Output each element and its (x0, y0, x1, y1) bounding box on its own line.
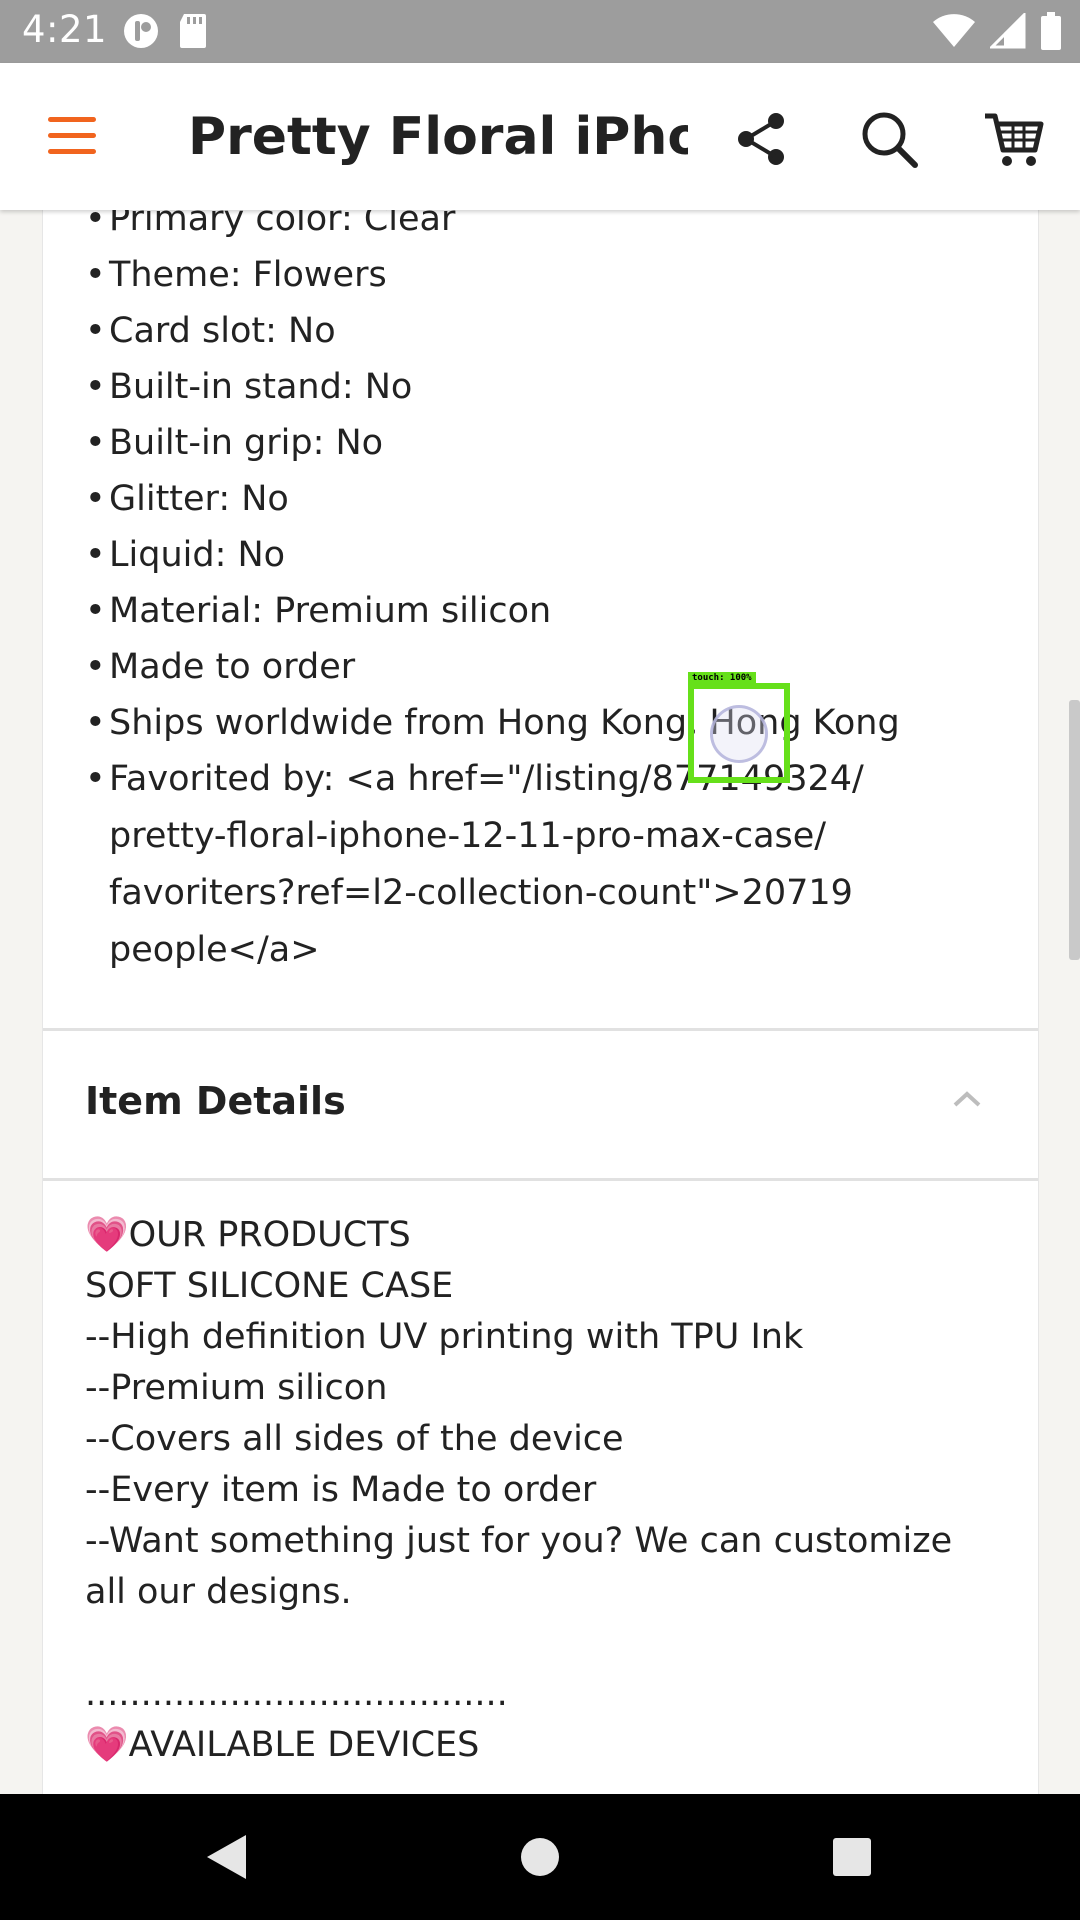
touch-point (710, 705, 768, 763)
status-left-icons (122, 12, 208, 50)
battery-icon (1041, 12, 1061, 50)
wifi-icon (933, 14, 975, 47)
back-icon (207, 1835, 246, 1879)
search-button[interactable] (853, 103, 925, 175)
divider (43, 1178, 1038, 1181)
status-right-icons (932, 12, 1062, 50)
home-icon (521, 1838, 559, 1876)
list-item: • Ships worldwide from Hong Kong, Hong Ko… (85, 703, 900, 743)
details-card: • Primary color: Clear • Theme: Flowers • C… (42, 210, 1039, 1794)
section-title: Item Details (85, 1079, 346, 1123)
list-item: • Liquid: No (85, 535, 286, 575)
chevron-up-icon (953, 1091, 981, 1107)
recents-button[interactable] (822, 1827, 882, 1887)
search-icon (862, 112, 918, 168)
list-item: • Theme: Flowers (85, 255, 387, 295)
list-item: • Material: Premium silicon (85, 591, 552, 631)
list-item: • Built-in stand: No (85, 367, 413, 407)
item-description: 💗OUR PRODUCTS SOFT SILICONE CASE --High … (85, 1215, 953, 1765)
app-bar: Pretty Floral iPho… (0, 63, 1080, 210)
menu-button[interactable] (42, 113, 102, 159)
screen: 4:21 Pretty Floral iPho • Primary color:… (0, 0, 1080, 1920)
navigation-bar (0, 1794, 1080, 1920)
list-item: • Primary color: Clear (85, 210, 456, 239)
page-title: Pretty Floral iPho… (188, 107, 688, 167)
home-button[interactable] (510, 1827, 570, 1887)
cart-icon (985, 113, 1044, 166)
scrollbar[interactable] (1069, 700, 1080, 960)
list-item: • Built-in grip: No (85, 423, 384, 463)
back-button[interactable] (196, 1827, 256, 1887)
recents-icon (833, 1838, 871, 1876)
listing-content[interactable]: • Primary color: Clear • Theme: Flowers • C… (0, 210, 1080, 1794)
list-item: • Glitter: No (85, 479, 289, 519)
list-item: • Card slot: No (85, 311, 336, 351)
menu-icon (48, 117, 96, 122)
notification-app-icon (124, 14, 158, 48)
share-icon (738, 113, 784, 165)
list-item: • Favorited by: <a href="/listing/8771493… (85, 759, 864, 970)
status-time: 4:21 (22, 8, 108, 51)
share-button[interactable] (726, 103, 798, 175)
item-details-header[interactable]: Item Details (43, 1031, 1038, 1178)
sd-card-icon (180, 14, 206, 48)
list-item: • Made to order (85, 647, 356, 687)
highlights-list: • Primary color: Clear • Theme: Flowers • C… (85, 210, 985, 979)
status-bar: 4:21 (0, 0, 1080, 63)
signal-icon (990, 13, 1026, 49)
cart-button[interactable] (978, 103, 1050, 175)
